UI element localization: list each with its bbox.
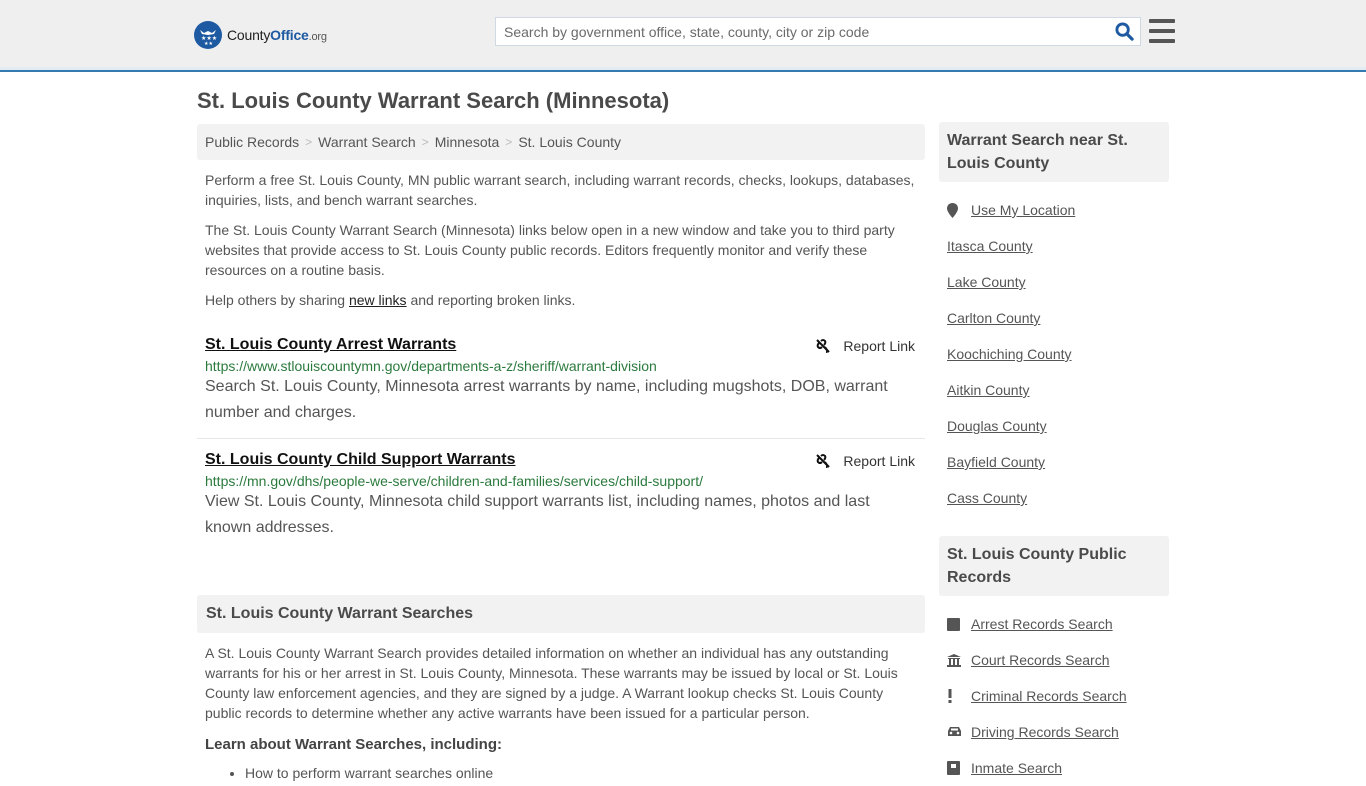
listing-item: St. Louis County Child Support Warrants … (197, 439, 925, 553)
use-my-location-link[interactable]: Use My Location (971, 202, 1075, 218)
breadcrumb-warrant-search[interactable]: Warrant Search (318, 134, 416, 150)
site-search (495, 17, 1141, 46)
breadcrumb-separator: > (305, 135, 313, 149)
intro-paragraph: The St. Louis County Warrant Search (Min… (205, 222, 895, 278)
main-content: Public Records > Warrant Search > Minnes… (197, 124, 925, 783)
search-input[interactable] (496, 18, 1108, 45)
report-link-button[interactable]: Report Link (815, 453, 915, 469)
criminal-records-link[interactable]: Criminal Records Search (971, 688, 1127, 704)
nearby-list: Use My Location Itasca County Lake Count… (939, 182, 1169, 516)
search-icon (1114, 22, 1134, 41)
use-location-item: Use My Location (947, 192, 1161, 228)
county-link[interactable]: Lake County (947, 274, 1026, 290)
nearby-county-item: Bayfield County (947, 444, 1161, 480)
car-icon (947, 726, 963, 738)
public-records-list: Arrest Records Search Court Records Sear… (939, 596, 1169, 786)
learn-list-item: How to perform warrant searches online (245, 763, 917, 783)
public-record-item: Criminal Records Search (947, 678, 1161, 714)
court-records-link[interactable]: Court Records Search (971, 652, 1110, 668)
search-button[interactable] (1108, 18, 1140, 45)
share-links-paragraph: Help others by sharing new links and rep… (205, 292, 576, 308)
listing-title-link[interactable]: St. Louis County Child Support Warrants (205, 451, 516, 469)
public-record-item: Court Records Search (947, 642, 1161, 678)
broken-link-icon (816, 454, 831, 468)
site-logo[interactable]: ★★★ ★★ CountyOffice.org (194, 21, 327, 49)
broken-link-icon (816, 339, 831, 353)
listing-item: St. Louis County Arrest Warrants Report … (197, 324, 925, 439)
inmate-search-link[interactable]: Inmate Search (971, 760, 1062, 776)
intro-paragraph: Perform a free St. Louis County, MN publ… (205, 172, 915, 208)
report-link-button[interactable]: Report Link (815, 338, 915, 354)
public-record-item: Driving Records Search (947, 714, 1161, 750)
breadcrumb-st-louis-county[interactable]: St. Louis County (518, 134, 621, 150)
county-link[interactable]: Itasca County (947, 238, 1033, 254)
book-icon (947, 617, 963, 631)
listing-url: https://www.stlouiscountymn.gov/departme… (205, 358, 657, 374)
sidebar: Warrant Search near St. Louis County Use… (939, 122, 1169, 786)
svg-text:★★: ★★ (204, 41, 213, 46)
section-paragraph: A St. Louis County Warrant Search provid… (205, 645, 898, 721)
logo-wordmark: CountyOffice.org (227, 27, 327, 43)
nearby-heading: Warrant Search near St. Louis County (939, 122, 1169, 182)
page-title: St. Louis County Warrant Search (Minneso… (197, 88, 670, 113)
nearby-county-item: Carlton County (947, 300, 1161, 336)
site-header: ★★★ ★★ CountyOffice.org (0, 0, 1366, 72)
county-link[interactable]: Carlton County (947, 310, 1040, 326)
nearby-county-item: Cass County (947, 480, 1161, 516)
map-marker-icon (947, 202, 963, 218)
learn-heading: Learn about Warrant Searches, including: (205, 736, 502, 753)
new-links-link[interactable]: new links (349, 292, 407, 308)
listings: St. Louis County Arrest Warrants Report … (197, 324, 925, 553)
nearby-county-item: Douglas County (947, 408, 1161, 444)
inmate-icon (947, 761, 963, 775)
county-link[interactable]: Aitkin County (947, 382, 1029, 398)
breadcrumb: Public Records > Warrant Search > Minnes… (197, 124, 925, 160)
section-heading: St. Louis County Warrant Searches (197, 595, 925, 633)
public-records-heading: St. Louis County Public Records (939, 536, 1169, 596)
intro-text: Perform a free St. Louis County, MN publ… (197, 170, 925, 310)
listing-url: https://mn.gov/dhs/people-we-serve/child… (205, 473, 703, 489)
arrest-records-link[interactable]: Arrest Records Search (971, 616, 1113, 632)
breadcrumb-separator: > (505, 135, 513, 149)
nearby-county-item: Koochiching County (947, 336, 1161, 372)
eagle-stars-logo-icon: ★★★ ★★ (194, 21, 222, 49)
driving-records-link[interactable]: Driving Records Search (971, 724, 1119, 740)
section-body: A St. Louis County Warrant Search provid… (197, 643, 925, 783)
county-link[interactable]: Koochiching County (947, 346, 1072, 362)
county-link[interactable]: Douglas County (947, 418, 1047, 434)
listing-description: Search St. Louis County, Minnesota arres… (205, 378, 888, 421)
breadcrumb-separator: > (421, 135, 429, 149)
hamburger-menu-icon[interactable] (1149, 19, 1175, 43)
public-record-item: Arrest Records Search (947, 606, 1161, 642)
listing-description: View St. Louis County, Minnesota child s… (205, 493, 870, 536)
nearby-county-item: Itasca County (947, 228, 1161, 264)
nearby-county-item: Aitkin County (947, 372, 1161, 408)
exclamation-icon (947, 689, 963, 703)
learn-list: How to perform warrant searches online (205, 763, 917, 783)
breadcrumb-public-records[interactable]: Public Records (205, 134, 299, 150)
courthouse-icon (947, 653, 963, 667)
county-link[interactable]: Cass County (947, 490, 1027, 506)
nearby-county-item: Lake County (947, 264, 1161, 300)
breadcrumb-minnesota[interactable]: Minnesota (435, 134, 500, 150)
listing-title-link[interactable]: St. Louis County Arrest Warrants (205, 336, 456, 354)
county-link[interactable]: Bayfield County (947, 454, 1045, 470)
public-record-item: Inmate Search (947, 750, 1161, 786)
